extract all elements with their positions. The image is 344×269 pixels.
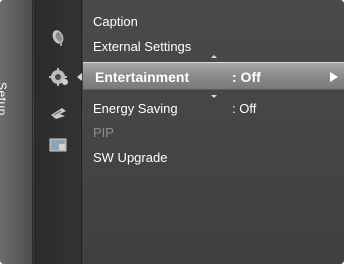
menu-item-energy-saving[interactable]: Energy Saving : Off (83, 99, 344, 119)
pip-screen-icon (48, 135, 70, 155)
menu-list: Caption External Settings Entertainment … (83, 0, 344, 264)
satellite-dish-icon (48, 28, 70, 48)
menu-item-entertainment[interactable]: Entertainment : Off (83, 62, 344, 90)
submenu-arrow-icon (330, 72, 338, 82)
menu-item-label: PIP (93, 125, 114, 140)
menu-item-label: Caption (93, 14, 138, 29)
icon-column (34, 0, 82, 264)
menu-item-caption[interactable]: Caption (83, 12, 344, 32)
menu-item-pip: PIP (83, 123, 344, 143)
setup-menu-screen: Setup Caption External Settings Entertai… (0, 0, 344, 264)
menu-item-label: Energy Saving (93, 101, 178, 116)
menu-item-label: Entertainment (95, 69, 190, 85)
scroll-up-indicator (211, 55, 217, 58)
scroll-down-indicator (211, 95, 217, 98)
energy-leaf-icon (48, 103, 70, 123)
gear-icon (48, 67, 70, 87)
category-label-column: Setup (0, 0, 33, 264)
menu-item-value: : Off (232, 101, 257, 116)
menu-item-external-settings[interactable]: External Settings (83, 37, 344, 57)
selection-marker-icon (77, 73, 82, 81)
menu-item-sw-upgrade[interactable]: SW Upgrade (83, 148, 344, 168)
menu-item-label: External Settings (93, 39, 192, 54)
setup-category-label: Setup (0, 82, 9, 116)
menu-item-value: : Off (232, 69, 261, 85)
menu-item-label: SW Upgrade (93, 150, 168, 165)
